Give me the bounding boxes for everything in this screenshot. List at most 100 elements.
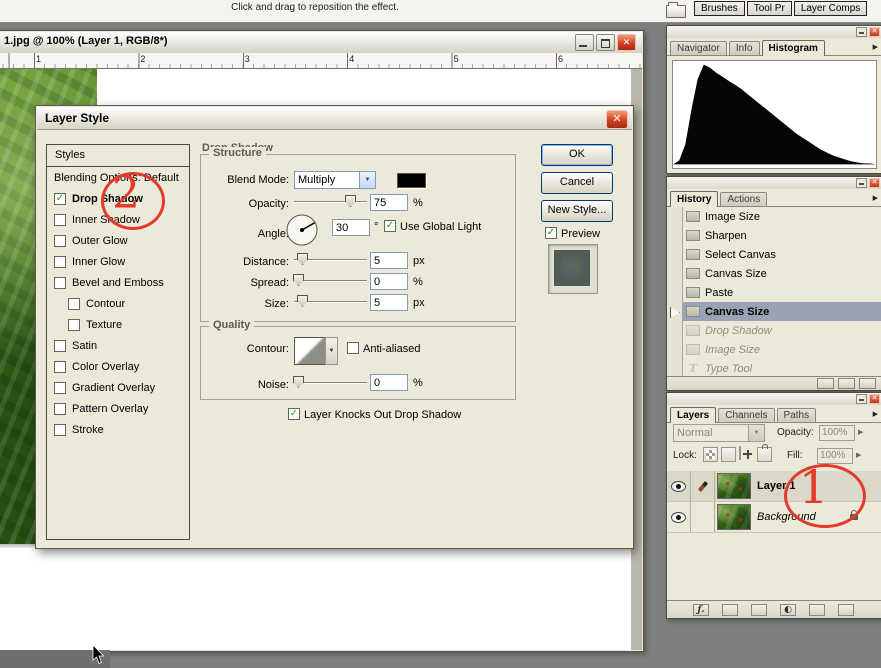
checkbox[interactable] [54, 340, 66, 352]
ok-button[interactable]: OK [541, 144, 613, 166]
history-snapshot-well[interactable] [667, 321, 683, 340]
palette-close-icon[interactable]: ✕ [869, 178, 880, 188]
checkbox[interactable] [68, 319, 80, 331]
history-item-select-canvas[interactable]: Select Canvas [667, 245, 881, 264]
slider-thumb[interactable] [297, 295, 308, 307]
checkbox[interactable] [68, 298, 80, 310]
tab-channels[interactable]: Channels [718, 408, 774, 422]
palette-menu-icon[interactable]: ▶ [873, 194, 878, 202]
style-item-texture[interactable]: Texture [47, 314, 189, 335]
noise-input[interactable] [370, 374, 408, 391]
style-item-outer-glow[interactable]: Outer Glow [47, 230, 189, 251]
palette-minimize-icon[interactable] [856, 394, 867, 404]
layer-effects-icon[interactable]: ƒ. [693, 604, 709, 616]
checkbox[interactable] [54, 277, 66, 289]
history-snapshot-well[interactable] [667, 245, 683, 264]
history-item-image-size[interactable]: Image Size [667, 340, 881, 359]
lock-transparency-icon[interactable] [703, 447, 718, 462]
document-title-bar[interactable]: 1.jpg @ 100% (Layer 1, RGB/8*) ✕ [0, 32, 642, 54]
palette-menu-icon[interactable]: ▶ [873, 410, 878, 418]
opacity-slider[interactable] [294, 194, 367, 206]
dialog-close-button[interactable]: ✕ [606, 110, 628, 129]
layers-opacity-field[interactable]: 100% [819, 425, 855, 441]
anti-aliased-checkbox[interactable] [347, 342, 359, 354]
style-item-bevel-and-emboss[interactable]: Bevel and Emboss [47, 272, 189, 293]
style-item-satin[interactable]: Satin [47, 335, 189, 356]
knockout-checkbox[interactable]: ✓ [288, 408, 300, 420]
fill-arrow-icon[interactable]: ▶ [856, 451, 861, 459]
history-snapshot-well[interactable] [667, 207, 683, 226]
new-snapshot-icon[interactable] [838, 378, 855, 389]
palette-close-icon[interactable]: ✕ [869, 394, 880, 404]
layer-thumbnail[interactable] [717, 504, 751, 530]
tab-histogram[interactable]: Histogram [762, 40, 825, 56]
tab-paths[interactable]: Paths [777, 408, 817, 422]
layer-mask-icon[interactable] [722, 604, 738, 616]
spread-input[interactable] [370, 273, 408, 290]
history-snapshot-well[interactable] [667, 264, 683, 283]
layer-blend-mode-select[interactable]: Normal ▼ [673, 424, 765, 442]
new-style-button[interactable]: New Style... [541, 200, 613, 222]
style-item-gradient-overlay[interactable]: Gradient Overlay [47, 377, 189, 398]
tab-layers[interactable]: Layers [670, 407, 716, 423]
delete-state-icon[interactable] [859, 378, 876, 389]
history-state-pointer[interactable] [670, 307, 680, 318]
checkbox[interactable]: ✓ [54, 193, 66, 205]
slider-thumb[interactable] [297, 253, 308, 265]
layer-thumbnail[interactable] [717, 473, 751, 499]
tab-navigator[interactable]: Navigator [670, 41, 727, 55]
new-document-from-state-icon[interactable] [817, 378, 834, 389]
palette-minimize-icon[interactable] [856, 178, 867, 188]
delete-layer-icon[interactable] [838, 604, 854, 616]
link-well[interactable] [691, 502, 715, 532]
history-item-image-size[interactable]: Image Size [667, 207, 881, 226]
checkbox[interactable] [54, 235, 66, 247]
history-snapshot-well[interactable] [667, 226, 683, 245]
lock-image-icon[interactable] [721, 447, 736, 462]
checkbox[interactable] [54, 382, 66, 394]
opacity-input[interactable] [370, 194, 408, 211]
contour-dropdown-arrow[interactable]: ▼ [325, 337, 338, 365]
history-snapshot-well[interactable] [667, 340, 683, 359]
size-input[interactable] [370, 294, 408, 311]
style-item-stroke[interactable]: Stroke [47, 419, 189, 440]
distance-slider[interactable] [294, 252, 367, 264]
minimize-button[interactable] [575, 34, 594, 51]
history-item-paste[interactable]: Paste [667, 283, 881, 302]
layer-set-icon[interactable] [751, 604, 767, 616]
dialog-title-bar[interactable]: Layer Style ✕ [37, 107, 632, 130]
lock-position-icon[interactable] [739, 446, 741, 460]
adjustment-layer-icon[interactable]: ◐ [780, 604, 796, 616]
distance-input[interactable] [370, 252, 408, 269]
angle-dial[interactable] [285, 213, 319, 247]
angle-input[interactable] [332, 219, 370, 236]
checkbox[interactable] [54, 361, 66, 373]
palette-minimize-icon[interactable] [856, 27, 867, 37]
well-tab-tool-pr[interactable]: Tool Pr [747, 1, 792, 16]
restore-button[interactable] [596, 34, 615, 51]
style-item-contour[interactable]: Contour [47, 293, 189, 314]
close-button[interactable]: ✕ [617, 34, 636, 51]
well-tab-brushes[interactable]: Brushes [694, 1, 745, 16]
active-paint-well[interactable] [691, 471, 715, 501]
noise-slider[interactable] [294, 375, 367, 387]
style-item-inner-glow[interactable]: Inner Glow [47, 251, 189, 272]
checkbox[interactable] [54, 424, 66, 436]
checkbox[interactable] [54, 256, 66, 268]
slider-thumb[interactable] [345, 195, 356, 207]
visibility-toggle[interactable] [667, 502, 691, 532]
slider-thumb[interactable] [293, 274, 304, 286]
lock-all-icon[interactable] [757, 447, 772, 462]
tab-info[interactable]: Info [729, 41, 760, 55]
preview-checkbox[interactable]: ✓ [545, 227, 557, 239]
spread-slider[interactable] [294, 273, 367, 285]
cancel-button[interactable]: Cancel [541, 172, 613, 194]
history-item-drop-shadow[interactable]: Drop Shadow [667, 321, 881, 340]
tab-actions[interactable]: Actions [720, 192, 767, 206]
blend-mode-select[interactable]: Multiply ▼ [294, 171, 376, 189]
palette-close-icon[interactable]: ✕ [869, 27, 880, 37]
use-global-light-checkbox[interactable]: ✓ [384, 220, 396, 232]
palette-menu-icon[interactable]: ▶ [873, 43, 878, 51]
chevron-down-icon[interactable]: ▼ [359, 172, 375, 188]
checkbox[interactable] [54, 403, 66, 415]
